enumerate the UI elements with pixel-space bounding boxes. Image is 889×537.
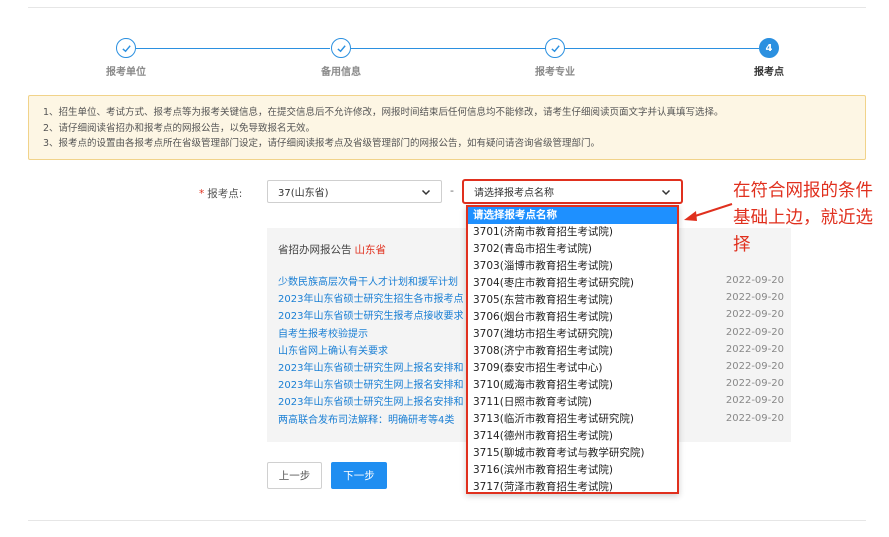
- notice-line: 3、报考点的设置由各报考点所在省级管理部门设定，请仔细阅读报考点及省级管理部门的…: [43, 138, 601, 149]
- announcement-date: 2022-09-20: [725, 395, 784, 407]
- dropdown-option[interactable]: 3707(潍坊市招生考试研究院): [468, 326, 677, 343]
- top-divider: [28, 7, 866, 8]
- check-icon: [116, 38, 136, 58]
- announcement-link[interactable]: 2023年山东省硕士研究生招生各市报考点: [278, 290, 468, 305]
- chevron-down-icon: [661, 189, 671, 195]
- exam-site-label: * 报考点:: [199, 186, 242, 201]
- announcement-date: 2022-09-20: [725, 275, 784, 287]
- dropdown-option[interactable]: 3710(威海市教育招生考试院): [468, 377, 677, 394]
- notice-box: 1、招生单位、考试方式、报考点等为报考关键信息，在提交信息后不允许修改，网报时间…: [28, 95, 866, 160]
- required-mark: *: [199, 188, 205, 200]
- dropdown-option[interactable]: 3708(济宁市教育招生考试院): [468, 343, 677, 360]
- announcement-province: 山东省: [354, 244, 387, 256]
- annotation-text: 在符合网报的条件基础上边，就近选择: [733, 181, 873, 255]
- step-number: 4: [759, 38, 779, 58]
- notice-line: 1、招生单位、考试方式、报考点等为报考关键信息，在提交信息后不允许修改，网报时间…: [43, 107, 724, 118]
- dropdown-option[interactable]: 3706(烟台市教育招生考试院): [468, 309, 677, 326]
- announcement-date: 2022-09-20: [725, 292, 784, 304]
- announcement-link[interactable]: 2023年山东省硕士研究生网上报名安排和: [278, 376, 468, 391]
- dropdown-option[interactable]: 3704(枣庄市教育招生考试研究院): [468, 275, 677, 292]
- step-label: 报考点: [754, 67, 784, 78]
- step-1: 报考单位: [86, 38, 166, 78]
- announcement-header: 省招办网报公告 山东省: [278, 242, 386, 257]
- dropdown-option[interactable]: 3716(滨州市教育招生考试院): [468, 462, 677, 479]
- announcement-link[interactable]: 两高联合发布司法解释：明确研考等4类: [278, 411, 468, 426]
- announcement-link[interactable]: 2023年山东省硕士研究生报考点接收要求: [278, 307, 468, 322]
- announcement-date: 2022-09-20: [725, 326, 784, 338]
- dropdown-option[interactable]: 3715(聊城市教育考试与教学研究院): [468, 445, 677, 462]
- dropdown-option[interactable]: 3702(青岛市招生考试院): [468, 241, 677, 258]
- step-2: 备用信息: [301, 38, 381, 78]
- announcement-link[interactable]: 自考生报考校验提示: [278, 325, 468, 340]
- dropdown-option[interactable]: 3709(泰安市招生考试中心): [468, 360, 677, 377]
- prev-step-button[interactable]: 上一步: [267, 462, 322, 489]
- dropdown-option[interactable]: 3705(东营市教育招生考试院): [468, 292, 677, 309]
- dropdown-option[interactable]: 3713(临沂市教育招生考试研究院): [468, 411, 677, 428]
- dropdown-option[interactable]: 3711(日照市教育考试院): [468, 394, 677, 411]
- separator: -: [450, 184, 454, 197]
- dropdown-option[interactable]: 3717(菏泽市教育招生考试院): [468, 479, 677, 492]
- province-select-value: 37(山东省): [278, 188, 329, 199]
- announcement-link[interactable]: 山东省网上确认有关要求: [278, 342, 468, 357]
- dropdown-option[interactable]: 请选择报考点名称: [468, 207, 677, 224]
- step-label: 备用信息: [321, 67, 361, 78]
- progress-stepper: 报考单位 备用信息 报考专业 4 报考点: [0, 38, 889, 78]
- exam-site-select-value: 请选择报考点名称: [474, 188, 554, 199]
- announcement-date: 2022-09-20: [725, 378, 784, 390]
- exam-site-dropdown[interactable]: 请选择报考点名称 3701(济南市教育招生考试院) 3702(青岛市招生考试院)…: [466, 205, 679, 494]
- page: 报考单位 备用信息 报考专业 4 报考点 1、招生单位、考试方式、报考点等为报考…: [0, 0, 889, 537]
- step-4: 4 报考点: [729, 38, 809, 78]
- check-icon: [545, 38, 565, 58]
- notice-line: 2、请仔细阅读省招办和报考点的网报公告，以免导致报名无效。: [43, 122, 316, 134]
- announcement-link[interactable]: 2023年山东省硕士研究生网上报名安排和: [278, 393, 468, 408]
- chevron-down-icon: [421, 189, 431, 195]
- step-label: 报考专业: [535, 67, 575, 78]
- step-3: 报考专业: [515, 38, 595, 78]
- announcement-header-text: 省招办网报公告: [278, 244, 352, 256]
- exam-site-select[interactable]: 请选择报考点名称: [462, 179, 683, 204]
- province-select[interactable]: 37(山东省): [267, 180, 442, 203]
- check-icon: [331, 38, 351, 58]
- step-label: 报考单位: [106, 67, 146, 78]
- announcement-date: 2022-09-20: [725, 309, 784, 321]
- announcement-link[interactable]: 2023年山东省硕士研究生网上报名安排和: [278, 359, 468, 374]
- exam-site-label-text: 报考点:: [207, 188, 243, 200]
- announcement-date: 2022-09-20: [725, 361, 784, 373]
- dropdown-option[interactable]: 3714(德州市教育招生考试院): [468, 428, 677, 445]
- announcement-date: 2022-09-20: [725, 343, 784, 355]
- dropdown-option[interactable]: 3701(济南市教育招生考试院): [468, 224, 677, 241]
- announcement-link[interactable]: 少数民族高层次骨干人才计划和援军计划: [278, 273, 468, 288]
- dropdown-option[interactable]: 3703(淄博市教育招生考试院): [468, 258, 677, 275]
- bottom-divider: [28, 520, 866, 521]
- annotation-arrow-icon: [684, 203, 733, 221]
- announcement-date: 2022-09-20: [725, 412, 784, 424]
- next-step-button[interactable]: 下一步: [331, 462, 387, 489]
